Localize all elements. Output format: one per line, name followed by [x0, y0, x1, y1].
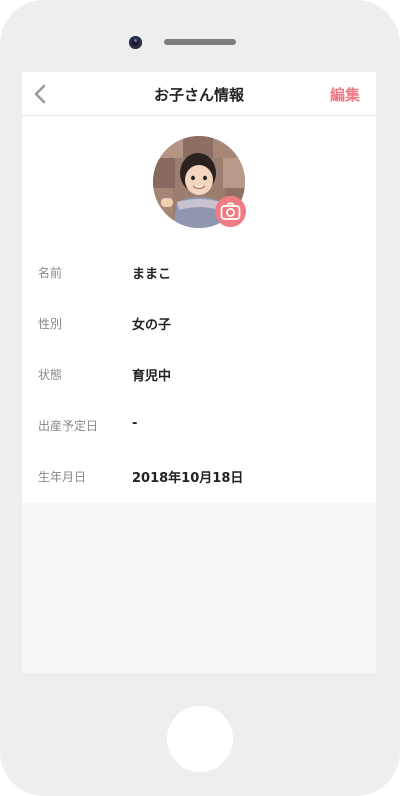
field-value: ままこ	[132, 267, 172, 282]
field-label: 性別	[38, 317, 63, 331]
field-label: 出産予定日	[38, 419, 99, 433]
field-row-gender: 性別 女の子	[22, 311, 376, 335]
field-row-due-date: 出産予定日 -	[22, 413, 376, 437]
phone-frame: お子さん情報 編集 名前 ままこ 性別 女の子 状態 育児中 出産予定日 - 生…	[0, 0, 400, 796]
field-value: 女の子	[132, 318, 172, 333]
change-photo-button[interactable]	[215, 196, 246, 227]
field-row-birthday: 生年月日 2018年10月18日	[22, 464, 376, 488]
field-value: 育児中	[132, 369, 172, 384]
edit-button[interactable]: 編集	[330, 84, 360, 105]
profile-content: 名前 ままこ 性別 女の子 状態 育児中 出産予定日 - 生年月日 2018年1…	[22, 116, 376, 503]
page-title: お子さん情報	[153, 86, 244, 104]
nav-bar: お子さん情報 編集	[22, 72, 376, 116]
camera-icon	[220, 202, 241, 220]
field-value: 2018年10月18日	[132, 471, 244, 486]
field-row-status: 状態 育児中	[22, 362, 376, 386]
field-row-name: 名前 ままこ	[22, 260, 376, 284]
field-label: 名前	[38, 266, 63, 280]
front-camera	[129, 36, 142, 49]
home-button[interactable]	[167, 706, 233, 772]
earpiece-speaker	[164, 39, 236, 45]
field-label: 生年月日	[38, 470, 87, 484]
screen: お子さん情報 編集 名前 ままこ 性別 女の子 状態 育児中 出産予定日 - 生…	[22, 72, 376, 673]
field-label: 状態	[38, 368, 63, 382]
avatar	[153, 136, 246, 228]
field-value: -	[132, 416, 138, 431]
